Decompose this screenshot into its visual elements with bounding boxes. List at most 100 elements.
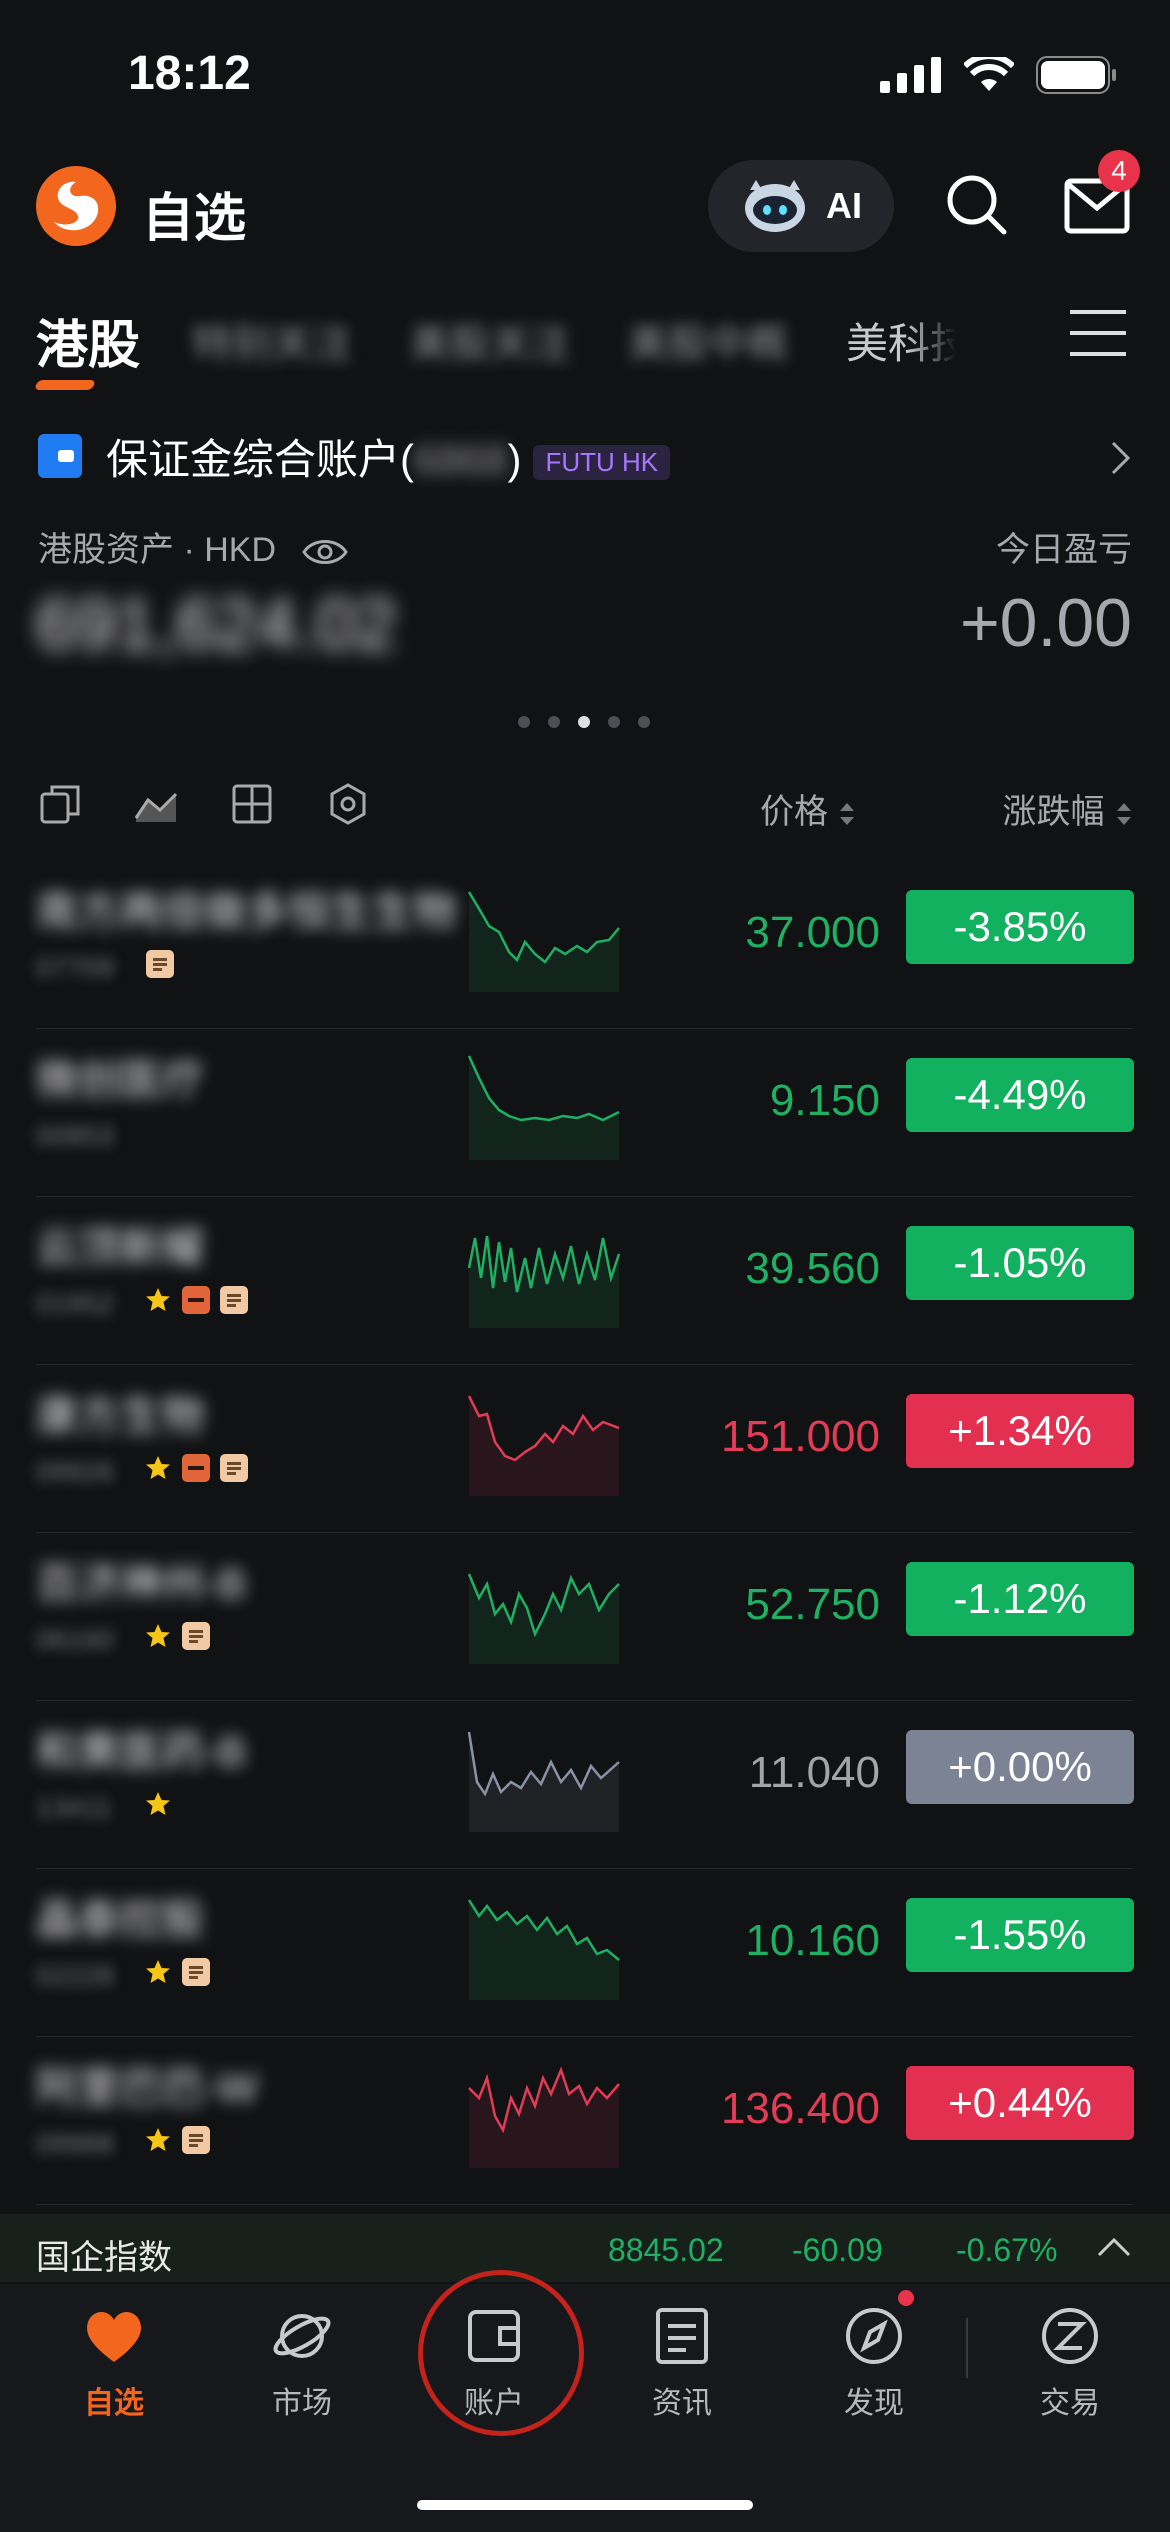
page-dot [548,716,560,728]
watchlist-tabs: 港股 特别关注 美股关注 美股中概 美科技 [36,300,1036,380]
stock-row[interactable]: 和黄医药-B 13411 11.040 +0.00% [36,1700,1134,1869]
stock-tags [144,1958,210,1986]
star-icon [144,1958,172,1986]
chevron-right-icon[interactable] [1110,440,1132,476]
stock-name: 和黄医药-B [36,1728,247,1775]
change-percent-badge[interactable]: -1.12% [906,1562,1134,1636]
stock-code: 06160 [36,1624,114,1655]
status-time: 18:12 [128,47,251,100]
sparkline-chart [468,2066,620,2168]
discover-notification-dot [898,2290,914,2306]
stock-code: 01952 [36,1288,114,1319]
broker-tag: FUTU HK [533,445,671,481]
chevron-up-icon[interactable] [1096,2236,1132,2258]
tab-hk-stocks[interactable]: 港股 [36,303,140,378]
stock-row[interactable]: 南方两倍做多恒生生物 07709 37.000 -3.85% [36,860,1134,1029]
stock-code: 00853 [36,1120,114,1151]
change-percent-badge[interactable]: -4.49% [906,1058,1134,1132]
stock-code: 09926 [36,1456,114,1487]
page-dot [608,716,620,728]
search-icon[interactable] [944,172,1010,238]
account-number: 6868 [414,436,508,483]
nav-discover[interactable]: 发现 [794,2304,954,2422]
stock-tags [144,1790,172,1818]
sparkline-chart [467,1235,621,1328]
chart-icon[interactable] [134,782,178,826]
change-percent-badge[interactable]: +0.00% [906,1730,1134,1804]
account-selector[interactable]: 保证金综合账户(6868) FUTU HK [106,426,671,487]
stock-name: 南方两倍做多恒生生物 [36,888,457,935]
sparkline-chart [467,1055,620,1160]
change-percent-badge[interactable]: +1.34% [906,1394,1134,1468]
home-indicator [417,2500,753,2510]
tab-watchlist-2[interactable]: 特别关注 [192,311,352,369]
grid-icon[interactable] [230,782,274,826]
tab-watchlist-4[interactable]: 美股中概 [628,311,788,369]
change-percent-badge[interactable]: -1.55% [906,1898,1134,1972]
star-icon [144,2126,172,2154]
change-percent-badge[interactable]: +0.44% [906,2066,1134,2140]
app-logo [36,166,116,246]
stock-name: 晶泰控股 [36,1896,205,1943]
stock-price: 11.040 [748,1748,880,1797]
account-icon [38,434,82,478]
stock-name: 百济神州-B [36,1560,247,1607]
news-icon [656,2308,708,2364]
stock-row[interactable]: 云顶新耀 01952 39.560 -1.05% [36,1196,1134,1365]
eye-icon[interactable] [301,536,349,568]
planet-icon [273,2314,331,2358]
change-percent-badge[interactable]: -1.05% [906,1226,1134,1300]
menu-icon[interactable] [1068,308,1128,358]
stock-row[interactable]: 阿里巴巴-W 09988 136.400 +0.44% [36,2036,1134,2205]
index-change: -60.09 [792,2232,883,2268]
tab-us-tech[interactable]: 美科技 [846,310,956,371]
stock-price: 151.000 [720,1412,880,1461]
trade-icon [1042,2308,1098,2364]
change-percent-badge[interactable]: -3.85% [906,890,1134,964]
stock-row[interactable]: 晶泰控股 02228 10.160 -1.55% [36,1868,1134,2037]
sort-icon [840,803,855,826]
page-title: 自选 [142,190,247,248]
stock-name: 康方生物 [36,1392,205,1439]
nav-divider [966,2318,968,2378]
page-dot-active [578,716,590,728]
stock-row[interactable]: 微创医疗 00853 9.150 -4.49% [36,1028,1134,1197]
sparkline-chart [467,1395,620,1496]
stock-code: 13411 [36,1792,112,1823]
stock-tags [144,1286,248,1314]
stock-tags [144,1622,210,1650]
index-percent: -0.67% [956,2232,1058,2268]
nav-trade[interactable]: 交易 [990,2304,1150,2422]
sparkline-chart [467,1731,620,1832]
nav-market[interactable]: 市场 [222,2304,382,2422]
stock-name: 云顶新耀 [36,1224,205,1271]
note-icon [146,950,174,978]
stock-code: 09988 [36,2128,114,2159]
short-tag-icon [182,1454,210,1482]
signal-icon [880,57,941,93]
stock-price: 10.160 [745,1916,880,1965]
battery-icon [1036,56,1116,94]
copy-icon[interactable] [38,782,82,826]
ai-assistant-button[interactable]: AI [708,160,894,252]
mail-badge: 4 [1098,150,1140,192]
assets-value: 691,624.02 [36,585,397,665]
change-sort-header[interactable]: 涨跌幅 [1003,784,1134,833]
robot-icon [745,180,805,232]
tab-watchlist-3[interactable]: 美股关注 [410,311,570,369]
settings-icon[interactable] [326,782,370,826]
stock-price: 9.150 [769,1076,880,1125]
nav-news[interactable]: 资讯 [602,2304,762,2422]
sparkline-chart [467,1899,620,2000]
stock-tags [144,1454,248,1482]
stock-price: 37.000 [745,908,880,957]
wifi-icon [964,57,1014,91]
stock-name: 微创医疗 [36,1056,205,1103]
price-sort-header[interactable]: 价格 [760,784,857,833]
stock-row[interactable]: 百济神州-B 06160 52.750 -1.12% [36,1532,1134,1701]
assets-label: 港股资产 · HKD [38,522,349,571]
sort-icon [1117,803,1131,826]
stock-row[interactable]: 康方生物 09926 151.000 +1.34% [36,1364,1134,1533]
nav-watchlist[interactable]: 自选 [34,2304,194,2422]
today-pl-label: 今日盈亏 [996,531,1132,569]
